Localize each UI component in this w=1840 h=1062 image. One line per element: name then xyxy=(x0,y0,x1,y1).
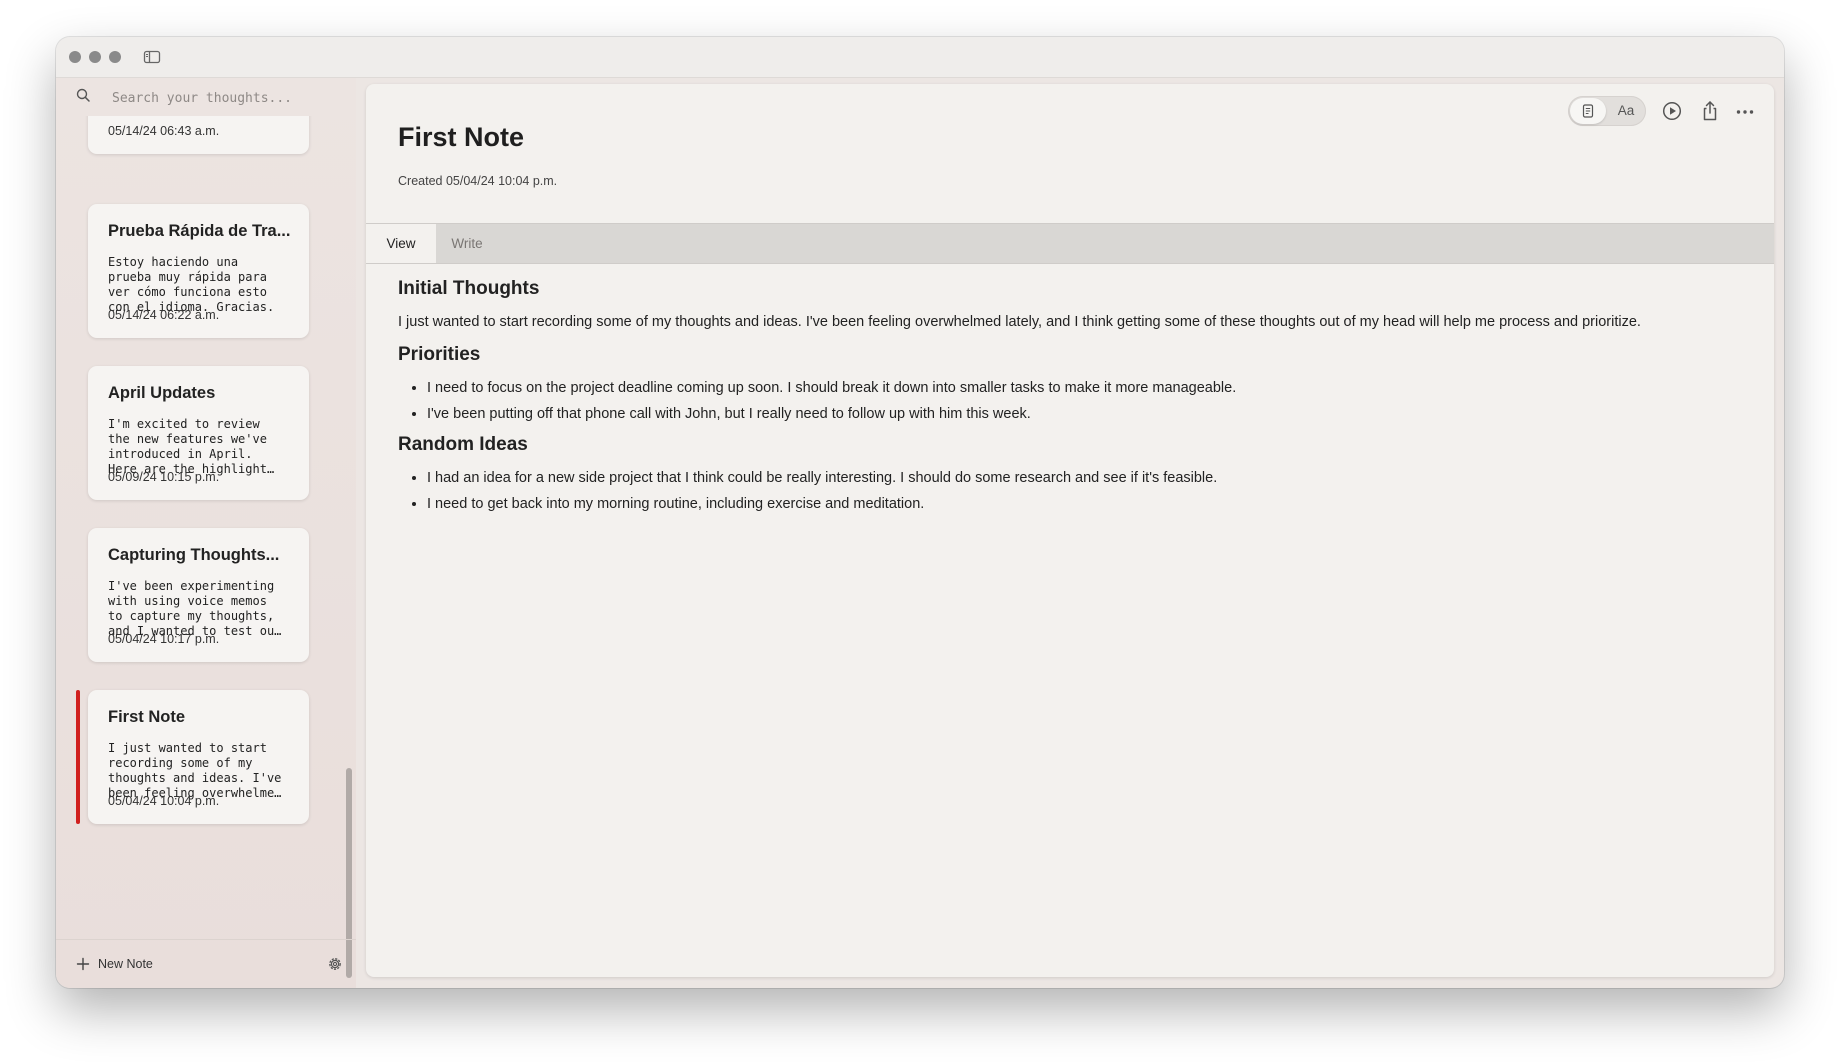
tab-view[interactable]: View xyxy=(366,224,436,263)
list-item: I need to get back into my morning routi… xyxy=(427,496,1748,512)
note-card-title: First Note xyxy=(108,708,186,726)
note-card-date: 05/09/24 10:15 p.m. xyxy=(108,470,220,484)
note-title: First Note xyxy=(398,122,525,152)
zoom-window-button[interactable] xyxy=(109,51,121,63)
note-card-preview: I just wanted to start recording some of… xyxy=(108,741,282,800)
view-write-tabs: View Write xyxy=(366,223,1774,264)
note-card-date: 05/14/24 06:43 a.m. xyxy=(108,124,220,138)
search-icon xyxy=(76,88,91,103)
note-card-preview: Estoy haciendo una prueba muy rápida par… xyxy=(108,255,275,314)
document-view-button[interactable] xyxy=(1570,98,1606,124)
document-icon xyxy=(1582,104,1594,118)
note-card-preview: I'm excited to review the new features w… xyxy=(108,417,275,476)
note-card-selected[interactable]: First Note I just wanted to start record… xyxy=(88,690,309,824)
note-card-title: Prueba Rápida de Tra... xyxy=(108,222,291,240)
note-card-title: Capturing Thoughts... xyxy=(108,546,280,564)
minimize-window-button[interactable] xyxy=(89,51,101,63)
bullet-list: I had an idea for a new side project tha… xyxy=(398,470,1748,512)
new-note-button[interactable]: New Note xyxy=(76,954,153,974)
list-item: I've been putting off that phone call wi… xyxy=(427,406,1748,422)
search-input[interactable] xyxy=(110,86,334,110)
app-window: 05/14/24 06:43 a.m. Prueba Rápida de Tra… xyxy=(56,37,1784,988)
sidebar: 05/14/24 06:43 a.m. Prueba Rápida de Tra… xyxy=(56,78,356,988)
note-created-date: Created 05/04/24 10:04 p.m. xyxy=(398,174,558,188)
sidebar-footer: New Note xyxy=(56,939,356,988)
note-card-preview: I've been experimenting with using voice… xyxy=(108,579,282,638)
note-card[interactable]: Capturing Thoughts... I've been experime… xyxy=(88,528,309,662)
section-heading: Priorities xyxy=(398,344,481,365)
close-window-button[interactable] xyxy=(69,51,81,63)
list-item: I need to focus on the project deadline … xyxy=(427,380,1748,396)
share-icon[interactable] xyxy=(1700,100,1720,121)
tab-write[interactable]: Write xyxy=(436,224,498,263)
note-card[interactable]: Prueba Rápida de Tra... Estoy haciendo u… xyxy=(88,204,309,338)
search-bar xyxy=(56,78,356,116)
selected-note-indicator xyxy=(76,690,80,824)
note-card[interactable]: 05/14/24 06:43 a.m. xyxy=(88,116,309,154)
note-content: Initial Thoughts I just wanted to start … xyxy=(398,278,1748,524)
note-editor: First Note Created 05/04/24 10:04 p.m. A… xyxy=(366,84,1774,977)
plus-icon xyxy=(76,957,90,971)
play-icon[interactable] xyxy=(1662,101,1682,121)
notes-list: 05/14/24 06:43 a.m. Prueba Rápida de Tra… xyxy=(56,116,356,906)
note-card-date: 05/04/24 10:04 p.m. xyxy=(108,794,220,808)
note-card-title: April Updates xyxy=(108,384,216,402)
more-icon[interactable] xyxy=(1735,102,1755,122)
sidebar-toggle-icon[interactable] xyxy=(143,49,161,65)
new-note-label: New Note xyxy=(98,957,153,971)
note-card[interactable]: April Updates I'm excited to review the … xyxy=(88,366,309,500)
title-bar xyxy=(56,37,1784,78)
note-card-date: 05/14/24 06:22 a.m. xyxy=(108,308,220,322)
note-card-date: 05/04/24 10:17 p.m. xyxy=(108,632,220,646)
section-heading: Initial Thoughts xyxy=(398,278,540,299)
gear-icon[interactable] xyxy=(327,956,343,972)
bullet-list: I need to focus on the project deadline … xyxy=(398,380,1748,422)
section-heading: Random Ideas xyxy=(398,434,528,455)
font-settings-button[interactable]: Aa xyxy=(1608,98,1644,124)
section-paragraph: I just wanted to start recording some of… xyxy=(398,314,1641,330)
view-mode-toggle: Aa xyxy=(1568,96,1646,126)
list-item: I had an idea for a new side project tha… xyxy=(427,470,1748,486)
